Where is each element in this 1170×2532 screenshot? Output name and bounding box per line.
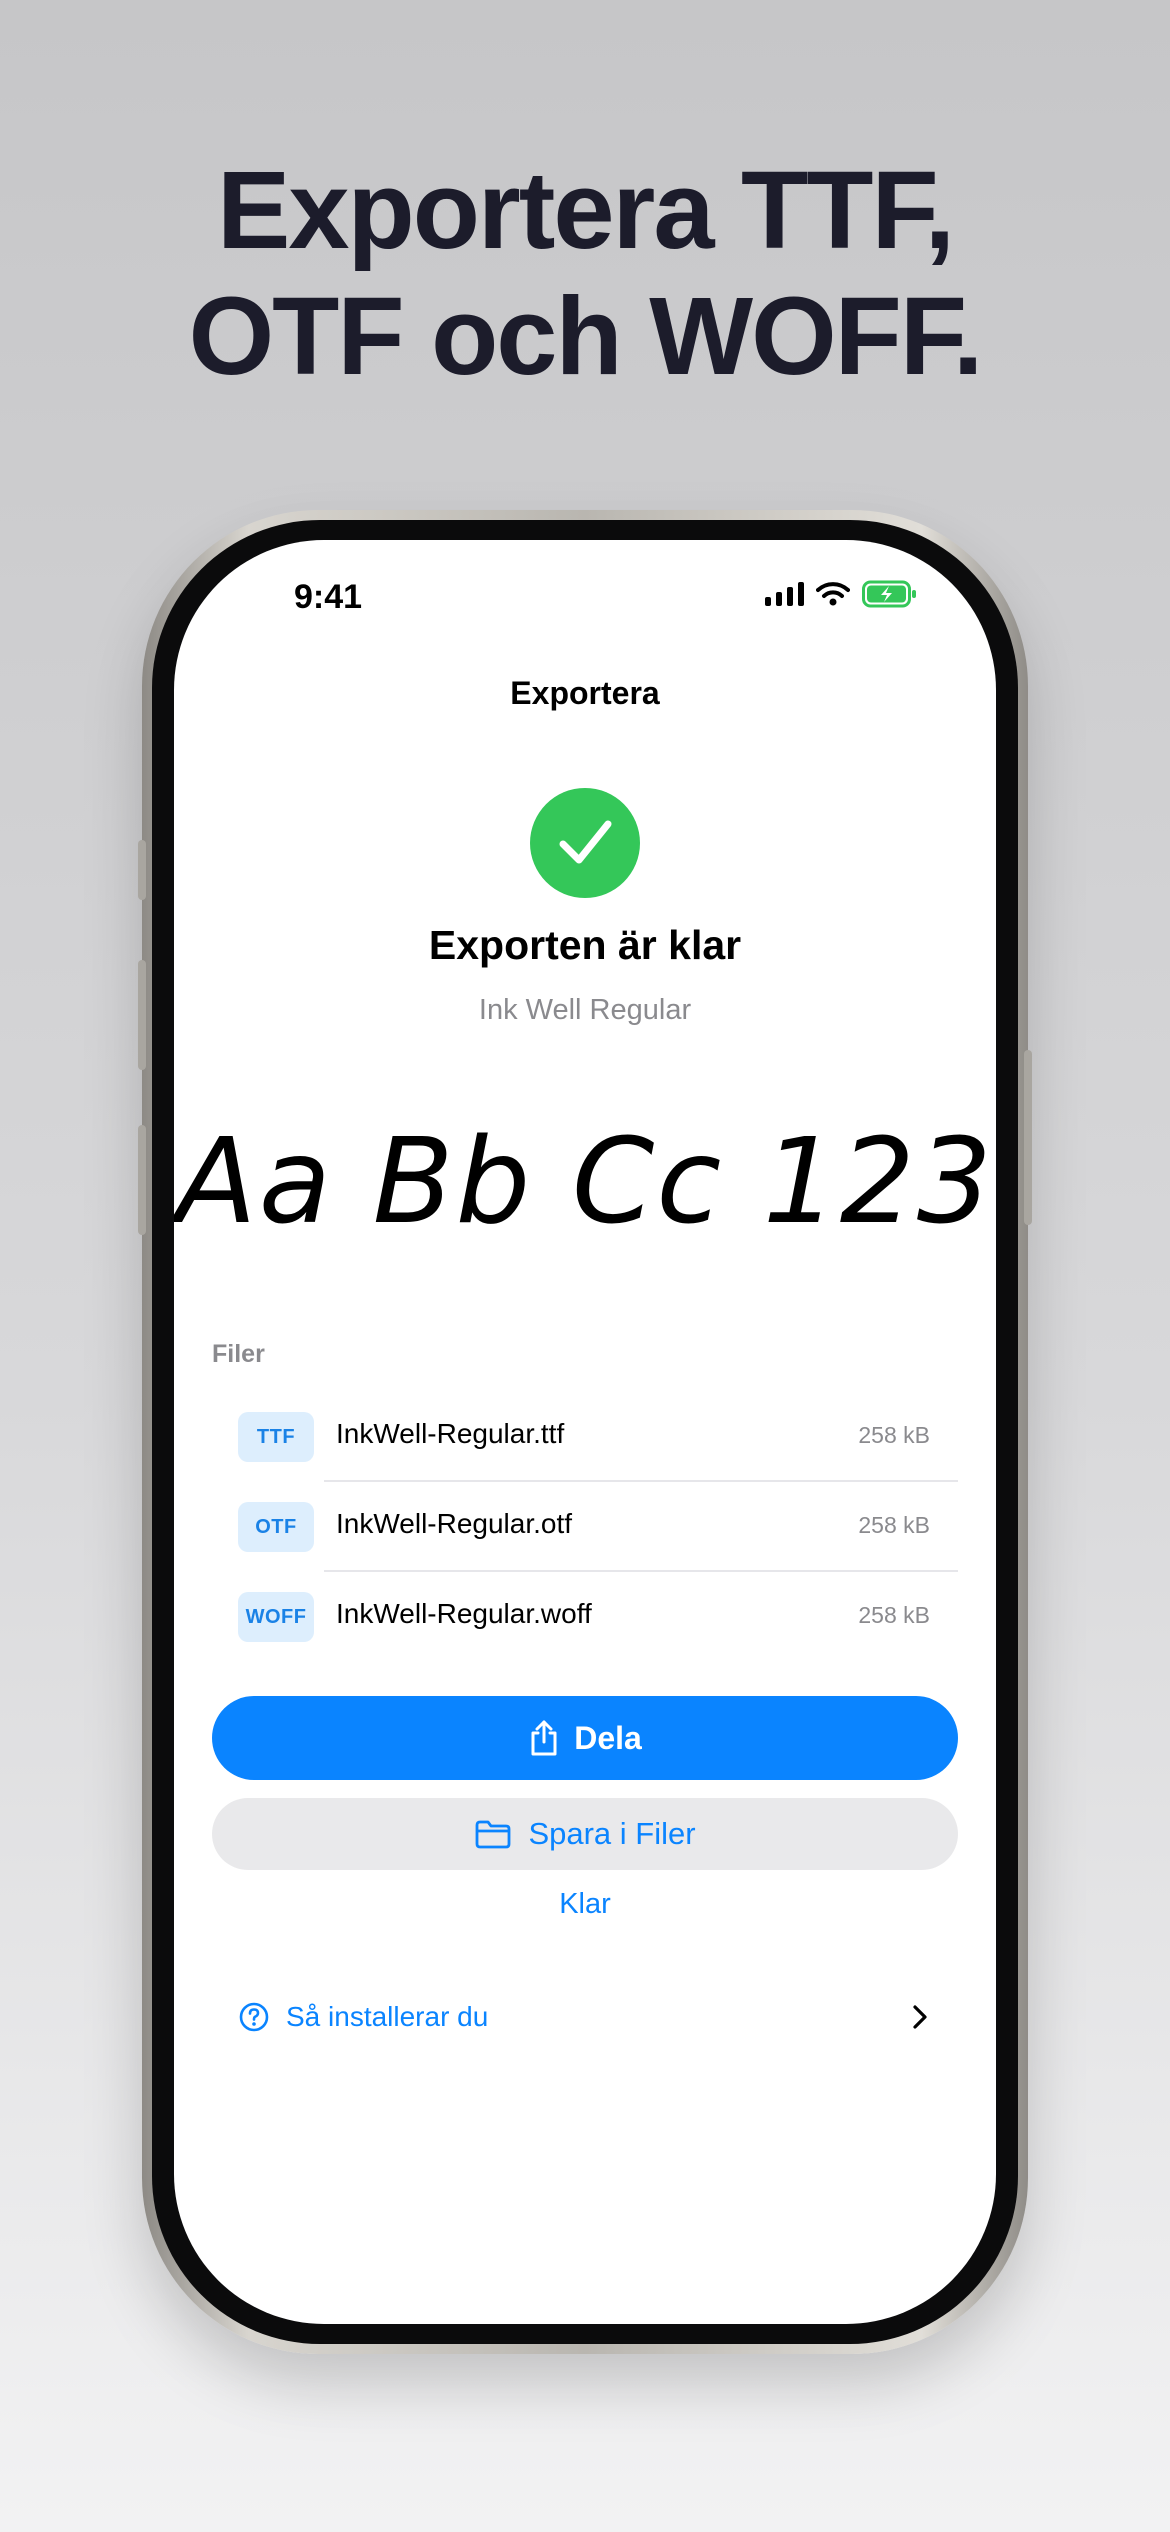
share-icon [531,1720,557,1756]
phone-screen: 9:41 Exportera Exporten är klar Ink Well… [174,540,996,2324]
file-type-badge: OTF [238,1502,314,1552]
headline-line-2: OTF och WOFF. [188,275,984,398]
share-button-label: Dela [574,1719,642,1756]
status-icons [765,580,918,608]
font-name-subtitle: Ink Well Regular [478,994,692,1026]
file-name: InkWell-Regular.otf [336,1508,573,1539]
file-type-badge: TTF [238,1412,314,1462]
file-row-woff[interactable]: WOFF InkWell-Regular.woff 258 kB [212,1572,958,1662]
headline-line-1: Exportera TTF, [216,149,955,272]
volume-up-button [138,960,146,1070]
action-button [138,840,146,900]
volume-down-button [138,1125,146,1235]
save-to-files-label: Spara i Filer [528,1816,696,1851]
file-list: TTF InkWell-Regular.ttf 258 kB OTF InkWe… [212,1392,958,1662]
question-circle-icon [239,2002,269,2032]
how-to-install-row[interactable]: Så installerar du [238,1992,930,2042]
file-size: 258 kB [858,1512,930,1538]
file-row-ttf[interactable]: TTF InkWell-Regular.ttf 258 kB [212,1392,958,1482]
save-to-files-button[interactable]: Spara i Filer [212,1798,958,1870]
folder-icon [476,1820,511,1849]
checkmark-circle-icon [530,788,640,898]
power-button [1024,1050,1032,1225]
how-to-install-label: Så installerar du [286,2001,489,2032]
file-row-otf[interactable]: OTF InkWell-Regular.otf 258 kB [212,1482,958,1572]
headline: Exportera TTF, OTF och WOFF. [0,148,1170,400]
font-sample-preview: Aa Bb Cc 123 [176,1112,994,1250]
done-button[interactable]: Klar [174,1888,996,1921]
share-button[interactable]: Dela [212,1696,958,1780]
export-ready-title: Exporten är klar [428,922,742,968]
cellular-signal-icon [765,582,804,606]
chevron-right-icon [913,2005,927,2029]
file-name: InkWell-Regular.ttf [336,1418,565,1449]
battery-charging-icon [862,580,916,608]
nav-title: Exportera [510,675,660,711]
file-type-badge: WOFF [238,1592,314,1642]
file-name: InkWell-Regular.woff [336,1598,592,1629]
file-size: 258 kB [858,1422,930,1448]
status-time: 9:41 [294,578,363,616]
files-section-label: Filer [212,1340,265,1368]
wifi-icon [816,582,850,606]
file-size: 258 kB [858,1602,930,1628]
